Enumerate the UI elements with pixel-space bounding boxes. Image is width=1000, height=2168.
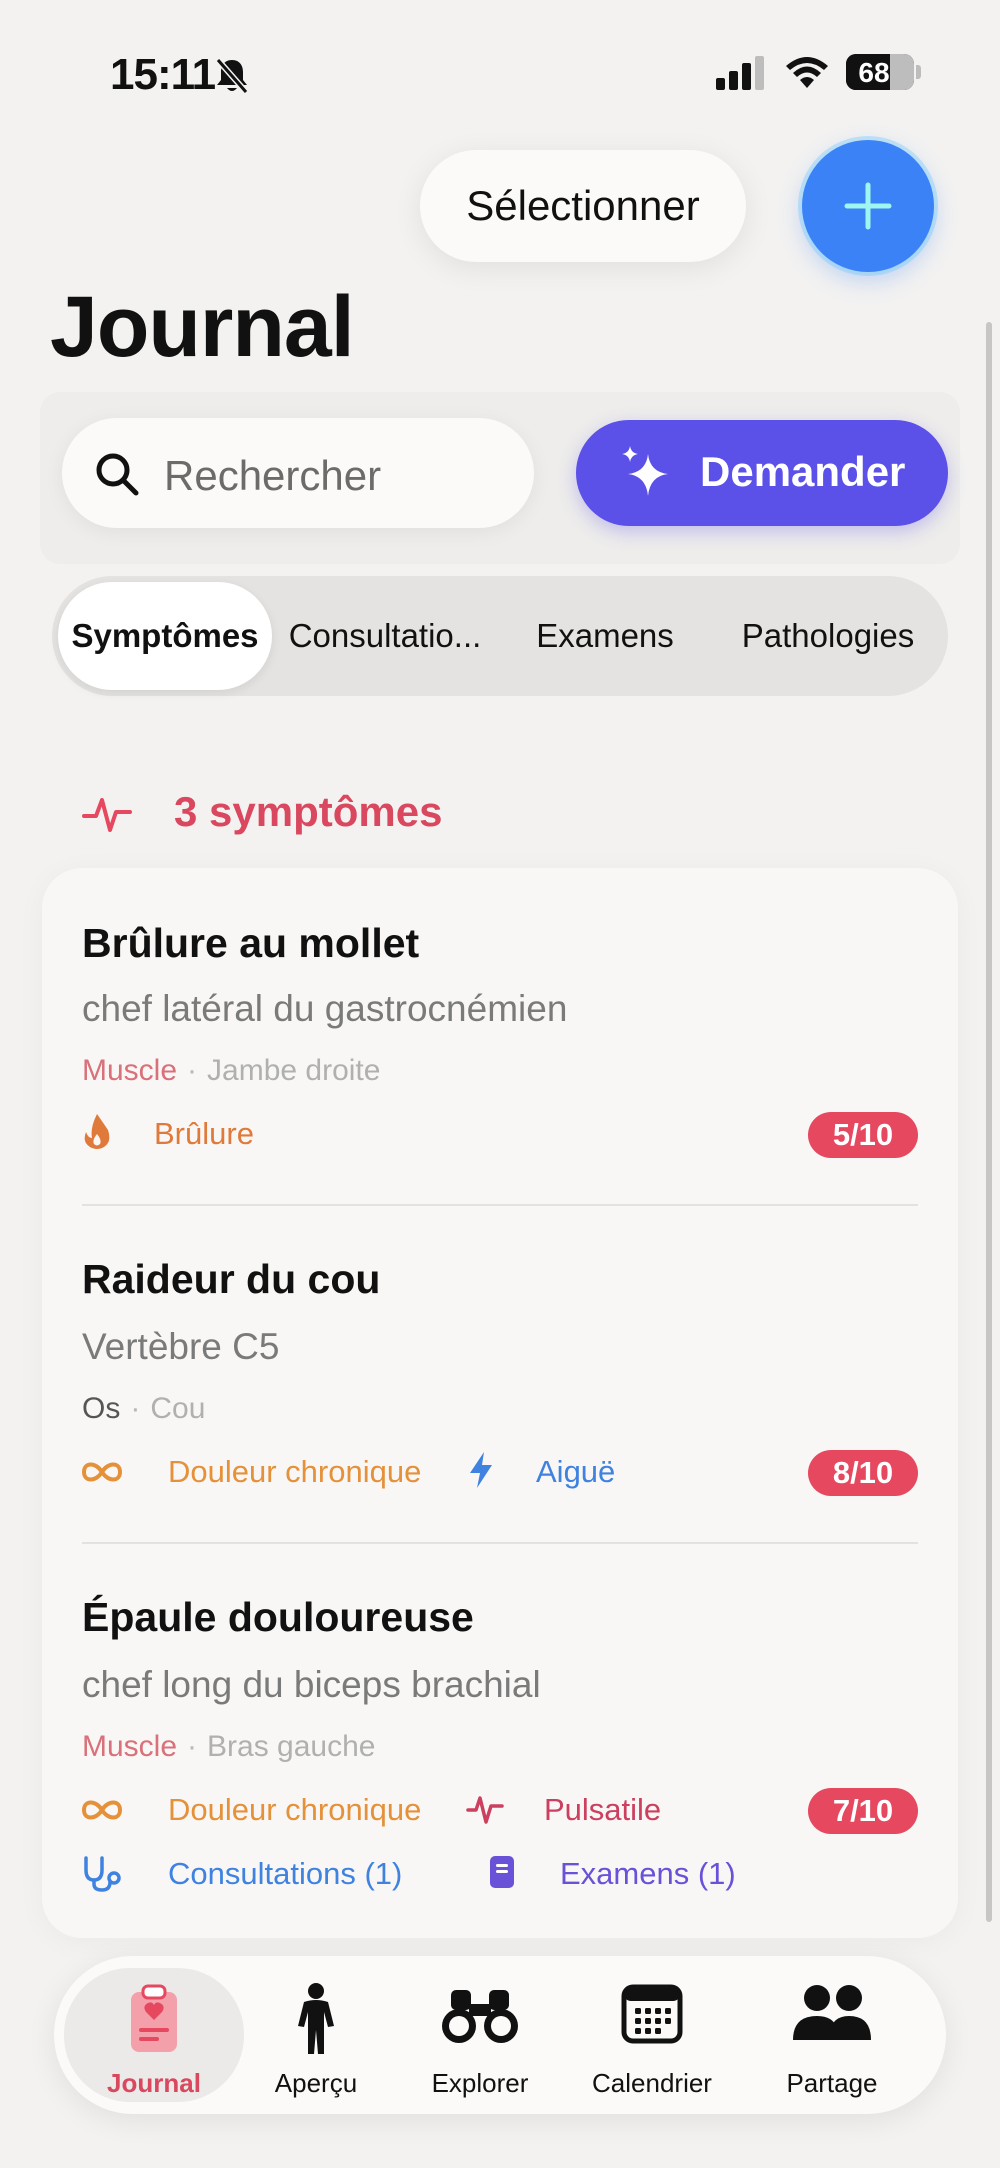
segment-tabs: Symptômes Consultatio... Examens Patholo… [52,576,948,696]
person-icon [234,1982,398,2056]
sparkles-icon [618,444,678,509]
symptom-item[interactable]: Brûlure au mollet chef latéral du gastro… [42,868,958,1204]
tabbar-label: Partage [786,2068,878,2098]
consultations-link[interactable]: Consultations (1) [168,1856,402,1892]
tag-label: Aiguë [536,1454,616,1489]
symptom-category: Os [82,1392,121,1425]
tabbar-item-journal[interactable]: Journal [64,1968,244,2102]
calendar-icon [562,1982,742,2044]
pulse-icon [82,790,132,843]
severity-badge: 5/10 [808,1112,918,1158]
people-icon [742,1982,922,2044]
symptom-category: Muscle [82,1730,178,1763]
bell-muted-icon [214,56,250,101]
add-button[interactable] [802,140,934,272]
symptom-meta: Muscle · Jambe droite [82,1054,381,1087]
tabbar-label: Aperçu [274,2068,358,2098]
clipboard-heart-icon [64,1982,244,2056]
examens-link[interactable]: Examens (1) [560,1856,736,1892]
symptom-item[interactable]: Épaule douloureuse chef long du biceps b… [42,1544,958,1938]
lightning-icon [468,1450,494,1495]
cellular-signal-icon [716,56,768,95]
status-time: 15:11 [110,50,216,99]
status-bar: 15:11 68 [0,0,1000,150]
tabbar-item-partage[interactable]: Partage [742,1956,922,2114]
document-icon [488,1854,516,1895]
symptom-category: Muscle [82,1054,178,1087]
tabbar-item-calendrier[interactable]: Calendrier [562,1956,742,2114]
ask-button[interactable]: Demander [576,420,948,526]
symptom-subtitle: chef latéral du gastrocnémien [82,988,568,1029]
severity-badge: 7/10 [808,1788,918,1834]
page-title: Journal [50,279,355,375]
scrollbar[interactable] [986,322,992,1922]
flame-icon [82,1112,112,1155]
symptom-location: Jambe droite [207,1054,381,1087]
symptom-meta: Os · Cou [82,1392,206,1425]
pulse-icon [466,1792,504,1831]
infinity-icon [80,1798,124,1827]
tab-examens[interactable]: Examens [498,576,712,696]
tag-label: Douleur chronique [168,1792,422,1827]
tab-pathologies[interactable]: Pathologies [716,576,940,696]
symptom-subtitle: Vertèbre C5 [82,1326,280,1367]
symptom-location: Bras gauche [207,1730,376,1763]
wifi-icon [784,54,830,95]
tabbar-label: Journal [107,2068,201,2098]
search-placeholder: Rechercher [164,452,382,499]
ask-label: Demander [700,448,906,495]
symptom-item[interactable]: Raideur du cou Vertèbre C5 Os · Cou Douleu… [42,1206,958,1542]
symptom-meta: Muscle · Bras gauche [82,1730,376,1763]
tabbar-label: Calendrier [592,2068,712,2098]
select-button[interactable]: Sélectionner [420,150,746,262]
stethoscope-icon [80,1854,124,1899]
symptom-location: Cou [150,1392,206,1425]
symptom-subtitle: chef long du biceps brachial [82,1664,541,1705]
infinity-icon [80,1460,124,1489]
battery-icon: 68 [846,54,914,90]
plus-icon [844,182,892,230]
tabbar-item-explorer[interactable]: Explorer [398,1956,562,2114]
tag-label: Brûlure [154,1116,254,1151]
symptom-title: Raideur du cou [82,1256,381,1302]
symptom-title: Épaule douloureuse [82,1594,474,1640]
battery-level: 68 [858,57,890,88]
tabbar-item-apercu[interactable]: Aperçu [234,1956,398,2114]
tag-label: Douleur chronique [168,1454,422,1489]
section-title: 3 symptômes [174,788,443,835]
search-icon [94,451,140,502]
search-input[interactable]: Rechercher [62,418,534,528]
tab-consultations[interactable]: Consultatio... [278,576,492,696]
binoculars-icon [398,1982,562,2046]
tab-symptomes[interactable]: Symptômes [58,582,272,690]
tag-label: Pulsatile [544,1792,662,1827]
symptom-title: Brûlure au mollet [82,920,420,966]
severity-badge: 8/10 [808,1450,918,1496]
tabbar-label: Explorer [431,2068,529,2098]
tab-bar: Journal Aperçu Explorer Calendrier Parta… [54,1956,946,2114]
